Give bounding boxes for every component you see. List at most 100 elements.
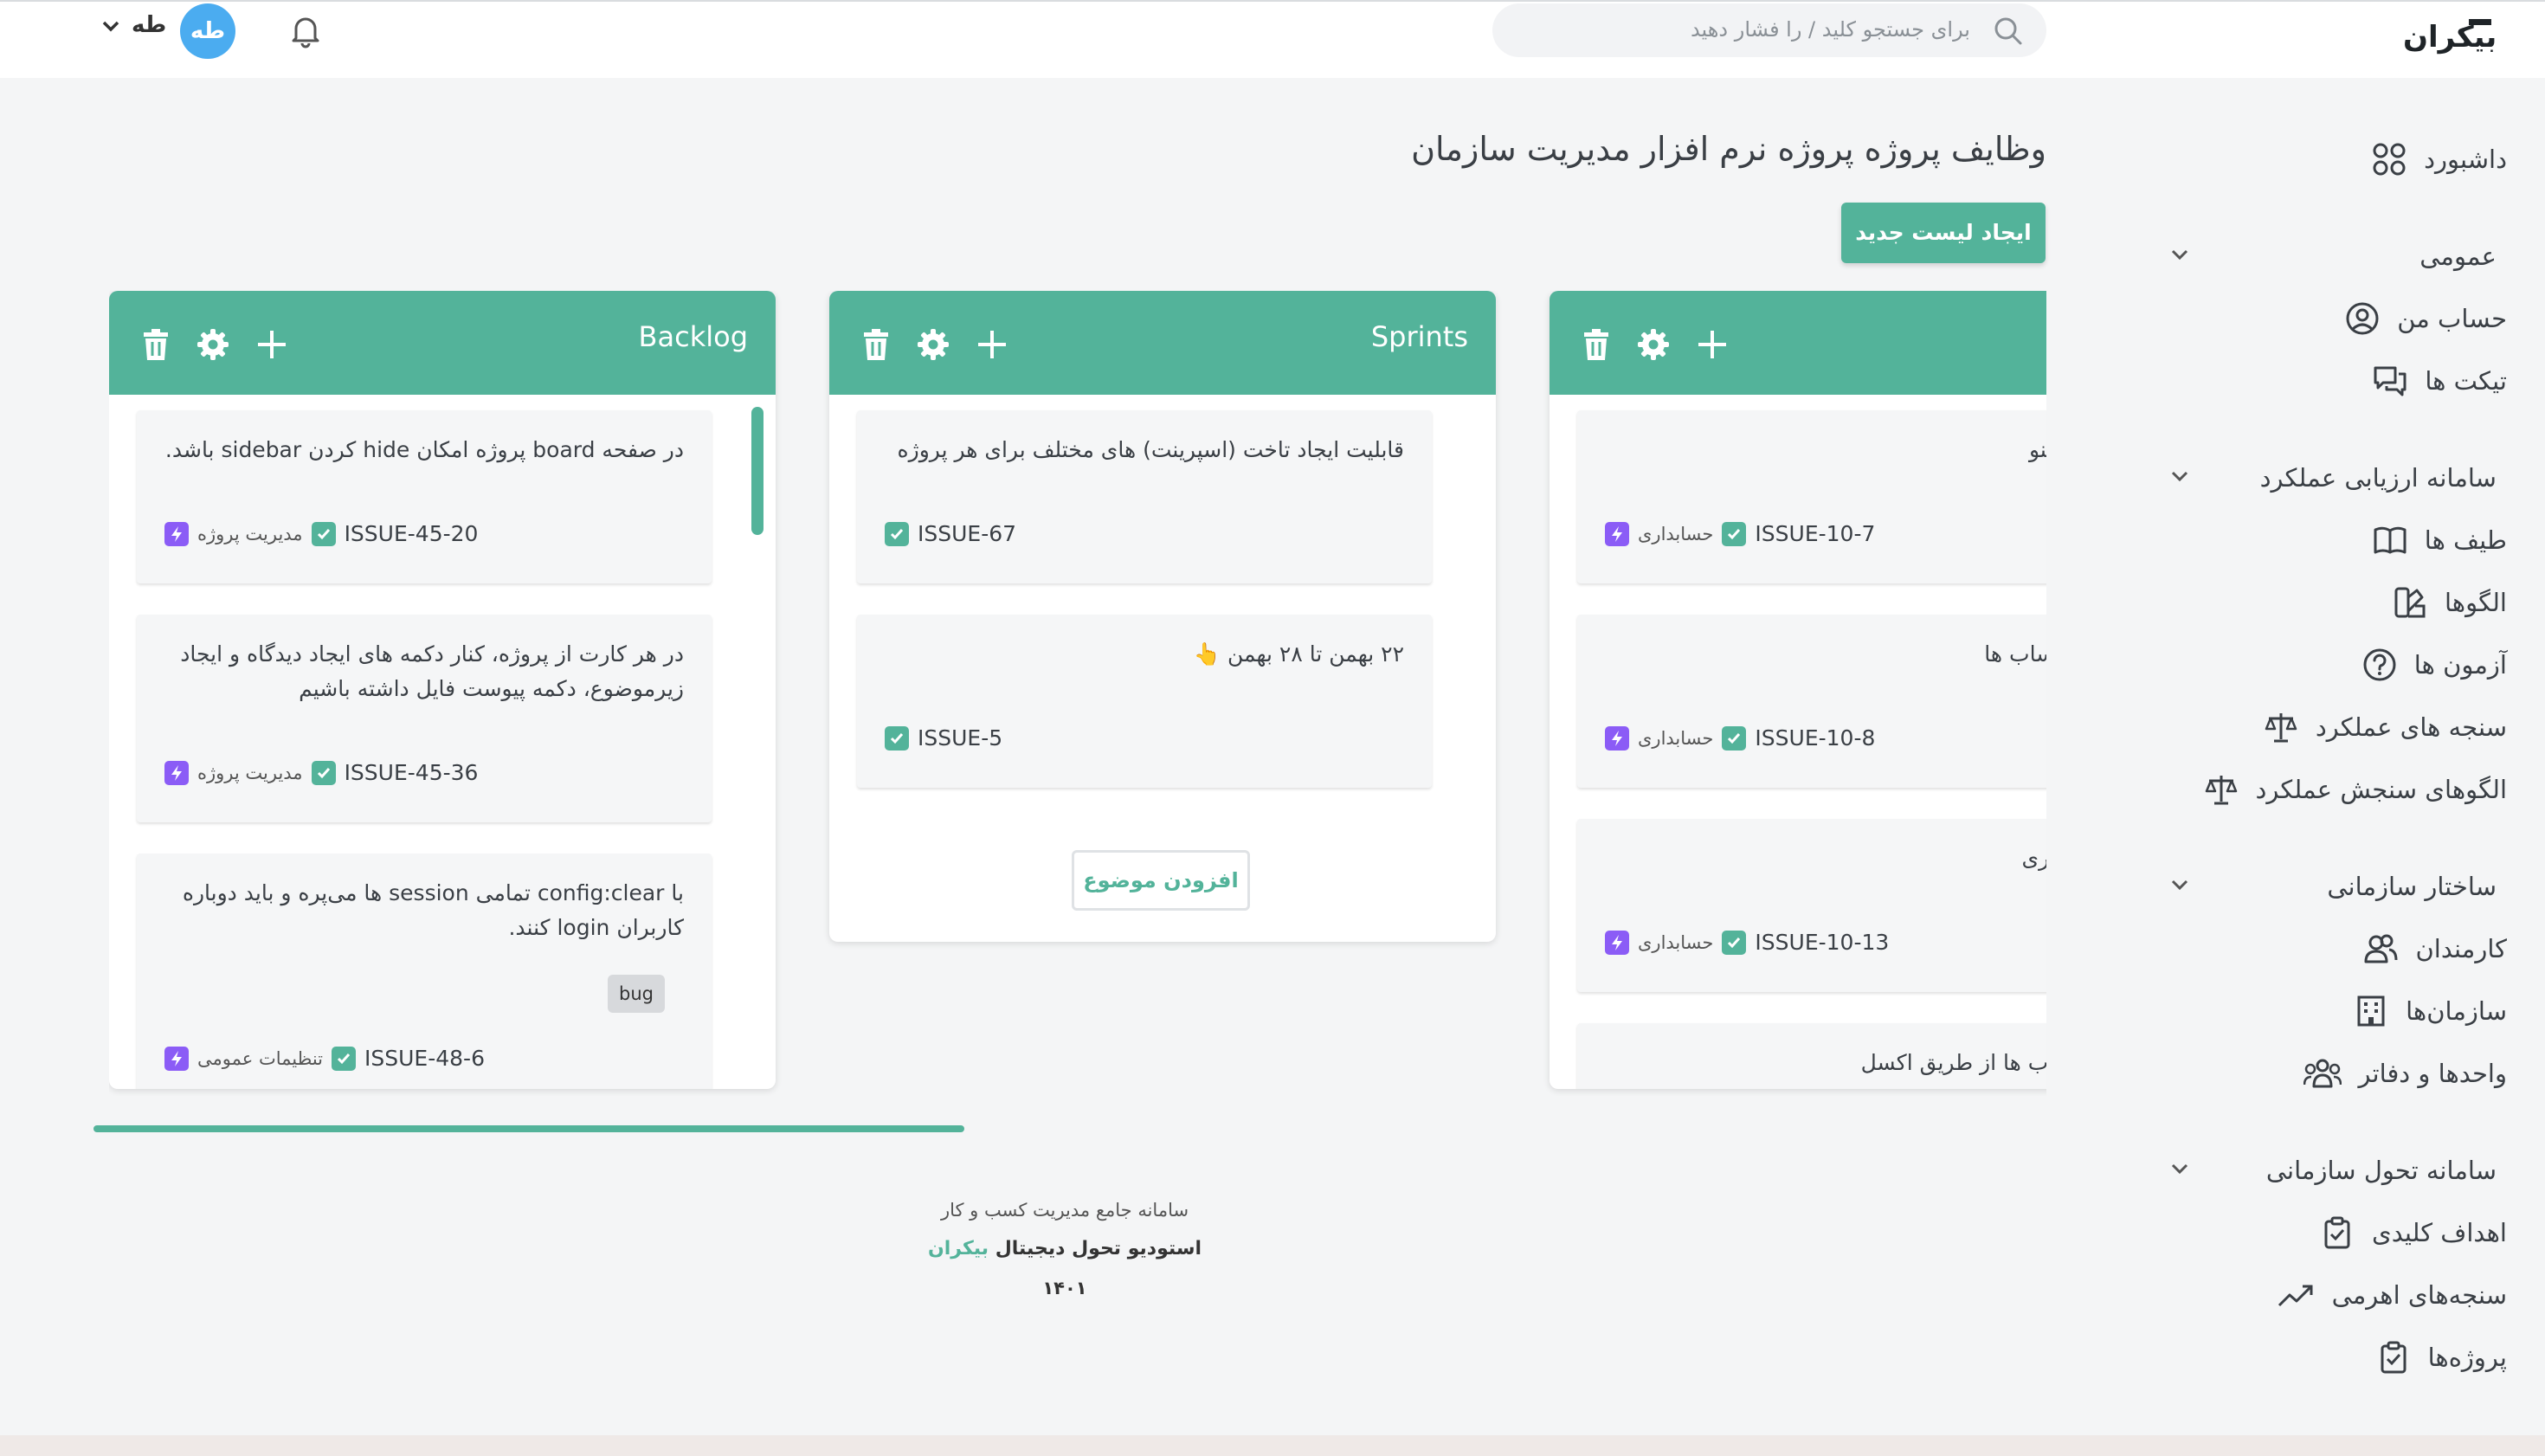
checkbox-icon[interactable] [1722, 930, 1747, 955]
list-header: Backlog [109, 291, 776, 395]
list-tools [140, 327, 289, 365]
gear-icon[interactable] [916, 327, 950, 365]
task-card[interactable]: ه حسابداری در منو حسابداری ISSUE-10-7 [1577, 410, 2046, 583]
footer-brand-link[interactable]: بیکران [928, 1238, 989, 1260]
sidebar-group-title: سامانه ارزیابی عملکرد [2259, 463, 2497, 493]
sidebar-group-title: سامانه تحول سازمانی [2265, 1156, 2497, 1185]
card-meta: ISSUE-5 [885, 725, 1002, 751]
checkbox-icon[interactable] [1722, 521, 1747, 546]
palette-icon [2394, 587, 2426, 618]
checkbox-icon[interactable] [885, 521, 909, 546]
sidebar-item-organizations[interactable]: سازمان‌ها [2354, 987, 2507, 1035]
bolt-icon [164, 1046, 189, 1071]
sidebar-item-key-goals[interactable]: اهداف کلیدی [2320, 1208, 2507, 1257]
sidebar-item-label: حساب من [2397, 304, 2507, 333]
sidebar-item-label: اهداف کلیدی [2372, 1218, 2507, 1247]
sidebar-item-label: طیف ها [2424, 525, 2507, 555]
chevron-down-icon[interactable] [2169, 1162, 2190, 1179]
sidebar-item-label: پروژه‌ها [2427, 1343, 2507, 1372]
bolt-icon [1605, 725, 1629, 751]
card-meta: ISSUE-67 [885, 521, 1016, 546]
footer-studio: استودیو تحول دیجیتال بیکران [874, 1238, 1255, 1260]
checkbox-icon[interactable] [885, 725, 909, 751]
task-card[interactable]: ریف درختواره حساب ها حسابداری ISSUE-10-8 [1577, 615, 2046, 788]
task-card[interactable]: قابلیت ایجاد تاخت (اسپرینت) های مختلف بر… [857, 410, 1432, 583]
clipboard-check-icon [2381, 1341, 2406, 1374]
task-card[interactable]: ریف سند حسابداری حسابداری ISSUE-10-13 [1577, 819, 2046, 992]
sidebar-item-my-account[interactable]: حساب من [2345, 294, 2507, 343]
user-name[interactable]: طه [132, 12, 166, 38]
sidebar-item-measurement-patterns[interactable]: الگوهای سنجش عملکرد [2204, 765, 2507, 814]
create-list-button[interactable]: ایجاد لیست جدید [1841, 203, 2046, 263]
plus-icon[interactable] [254, 327, 289, 365]
scale-icon [2265, 713, 2297, 743]
sidebar-group-org-transform[interactable]: سامانه تحول سازمانی [2266, 1146, 2497, 1195]
brand-logo[interactable]: بیکران [2401, 12, 2497, 55]
issue-id: ISSUE-5 [918, 725, 1003, 751]
sidebar-item-patterns[interactable]: الگوها [2393, 578, 2507, 627]
bottom-strip [0, 1435, 2545, 1456]
trash-icon[interactable] [1581, 327, 1612, 365]
board-horizontal-scrollbar[interactable] [93, 1125, 964, 1132]
card-text: قابلیت ایجاد تاخت (اسپرینت) های مختلف بر… [897, 437, 1404, 462]
chat-icon [2374, 366, 2406, 396]
plus-icon[interactable] [975, 327, 1009, 365]
card-text: ریف سند حسابداری [2021, 846, 2046, 871]
card-text: در صفحه board پروژه امکان hide کردن side… [164, 437, 684, 462]
user-circle-icon [2346, 302, 2379, 335]
checkbox-icon[interactable] [311, 760, 336, 785]
trending-up-icon [2278, 1285, 2313, 1307]
chevron-down-icon[interactable] [2169, 469, 2190, 486]
card-meta: مدیریت پروژه ISSUE-45-20 [164, 521, 478, 546]
chevron-down-icon[interactable] [2169, 878, 2190, 895]
sidebar-item-leverage-metrics[interactable]: سنجه‌های اهرمی [2277, 1271, 2507, 1319]
search-icon[interactable] [1993, 16, 2024, 50]
footer-year: ۱۴۰۱ [1042, 1278, 1087, 1298]
sidebar-item-tickets[interactable]: تیکت ها [2373, 357, 2507, 405]
sidebar-group-title: ساختار سازمانی [2327, 872, 2497, 901]
trash-icon[interactable] [140, 327, 171, 365]
bolt-icon [1605, 521, 1629, 546]
chevron-down-icon[interactable] [2169, 248, 2190, 265]
card-text: ریف درختواره حساب ها [1984, 641, 2046, 667]
sidebar-item-dashboard[interactable]: داشبورد [2372, 135, 2507, 184]
checkbox-icon[interactable] [1722, 725, 1747, 751]
sidebar-item-exams[interactable]: آزمون ها [2362, 641, 2507, 689]
list-tools [860, 327, 1009, 365]
sidebar-group-performance[interactable]: سامانه ارزیابی عملکرد [2260, 454, 2497, 502]
plus-icon[interactable] [1695, 327, 1730, 365]
notification-bell-icon[interactable] [287, 12, 324, 52]
sidebar-item-units-offices[interactable]: واحدها و دفاتر [2303, 1049, 2507, 1098]
list-tools [1581, 327, 1730, 365]
list-backlog: Backlog در صفحه board پروژه امکان hide ک… [109, 291, 776, 1089]
task-card[interactable]: با config:clear تمامی session ها می‌پره … [137, 854, 712, 1089]
chevron-down-icon[interactable] [100, 19, 121, 36]
list-title: Sprints [1370, 320, 1468, 353]
search-placeholder: برای جستجو کلید / را فشار دهید [1690, 17, 1970, 42]
add-topic-button[interactable]: افزودن موضوع [1072, 850, 1250, 911]
sidebar-item-label: سنجه های عملکرد [2315, 712, 2507, 742]
sidebar-item-label: سازمان‌ها [2406, 996, 2507, 1026]
sidebar-item-spectrums[interactable]: طیف ها [2373, 516, 2507, 564]
sidebar-item-projects[interactable]: پروژه‌ها [2376, 1333, 2507, 1382]
task-card[interactable]: در هر کارت از پروژه، کنار دکمه های ایجاد… [137, 615, 712, 822]
trash-icon[interactable] [860, 327, 892, 365]
issue-id: ISSUE-10-13 [1755, 930, 1890, 955]
task-card[interactable]: ود درختواره حساب ها از طریق اکسل [1577, 1023, 2046, 1089]
sidebar-group-general[interactable]: عمومی [2419, 232, 2497, 280]
user-avatar[interactable]: طه [180, 3, 235, 59]
list-sprints: Sprints قابلیت ایجاد تاخت (اسپرینت) های … [829, 291, 1496, 942]
gear-icon[interactable] [1636, 327, 1671, 365]
sidebar-group-org-structure[interactable]: ساختار سازمانی [2327, 862, 2497, 911]
search-bar[interactable]: برای جستجو کلید / را فشار دهید [1492, 3, 2046, 57]
gear-icon[interactable] [196, 327, 230, 365]
sidebar-item-performance-metrics[interactable]: سنجه های عملکرد [2264, 703, 2507, 751]
checkbox-icon[interactable] [332, 1046, 357, 1071]
task-card[interactable]: ۲۲ بهمن تا ۲۸ بهمن 👆 ISSUE-5 [857, 615, 1432, 788]
footer-studio-name: استودیو تحول دیجیتال [995, 1238, 1202, 1260]
building-icon [2357, 995, 2385, 1027]
sidebar-item-employees[interactable]: کارمندان [2363, 924, 2507, 973]
task-card[interactable]: در صفحه board پروژه امکان hide کردن side… [137, 410, 712, 583]
list-scrollbar[interactable] [751, 407, 764, 535]
checkbox-icon[interactable] [311, 521, 336, 546]
